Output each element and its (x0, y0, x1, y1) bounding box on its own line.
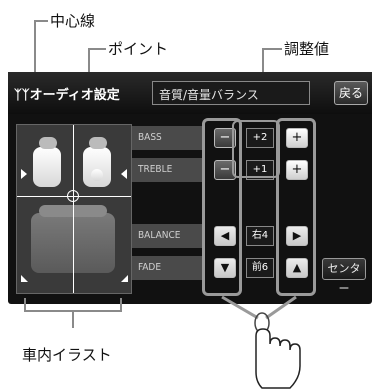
speaker-corner-top-right (121, 169, 127, 179)
back-button[interactable]: 戻る (334, 81, 368, 105)
speaker-corner-bottom-right (121, 275, 128, 282)
center-button[interactable]: センター (322, 258, 366, 295)
callout-line (262, 48, 282, 50)
speaker-corner-bottom-left (21, 275, 28, 282)
fade-value: 前6 (246, 258, 274, 278)
callout-center-line: 中心線 (50, 12, 96, 30)
center-point-circle (67, 190, 79, 202)
listening-point-marker (91, 169, 103, 181)
title-bar: ᛉᛉオーディオ設定 音質/音量バランス 戻る (8, 72, 372, 114)
finger-tap-icon (254, 312, 301, 389)
finger-shape (255, 328, 301, 389)
mode-field: 音質/音量バランス (152, 81, 310, 105)
highlight-value-column (232, 120, 280, 178)
fade-label: FADE (138, 262, 162, 273)
callout-line (88, 48, 106, 50)
front-left-headrest (39, 137, 57, 149)
callout-point: ポイント (108, 40, 169, 58)
bass-label: BASS (138, 132, 162, 143)
callout-line (120, 298, 122, 312)
front-left-seat (33, 147, 61, 187)
front-right-headrest (89, 137, 107, 149)
device-screen: ᛉᛉオーディオ設定 音質/音量バランス 戻る BASS − +2 + TREBL… (8, 72, 372, 304)
car-illustration[interactable] (16, 124, 132, 294)
callout-line (34, 20, 48, 22)
balance-label: BALANCE (138, 230, 181, 241)
callout-adjust-value: 調整値 (284, 40, 330, 58)
callout-car-illustration: 車内イラスト (22, 346, 112, 364)
front-right-seat (83, 147, 111, 187)
speaker-corner-top-left (21, 169, 27, 179)
vertical-center-line (73, 125, 74, 293)
callout-line (72, 310, 74, 328)
balance-value: 右4 (246, 226, 274, 246)
treble-label: TREBLE (138, 164, 173, 175)
screen-title: ᛉᛉオーディオ設定 (14, 88, 120, 103)
highlight-plus-column (276, 118, 316, 296)
tap-ring (254, 312, 270, 334)
